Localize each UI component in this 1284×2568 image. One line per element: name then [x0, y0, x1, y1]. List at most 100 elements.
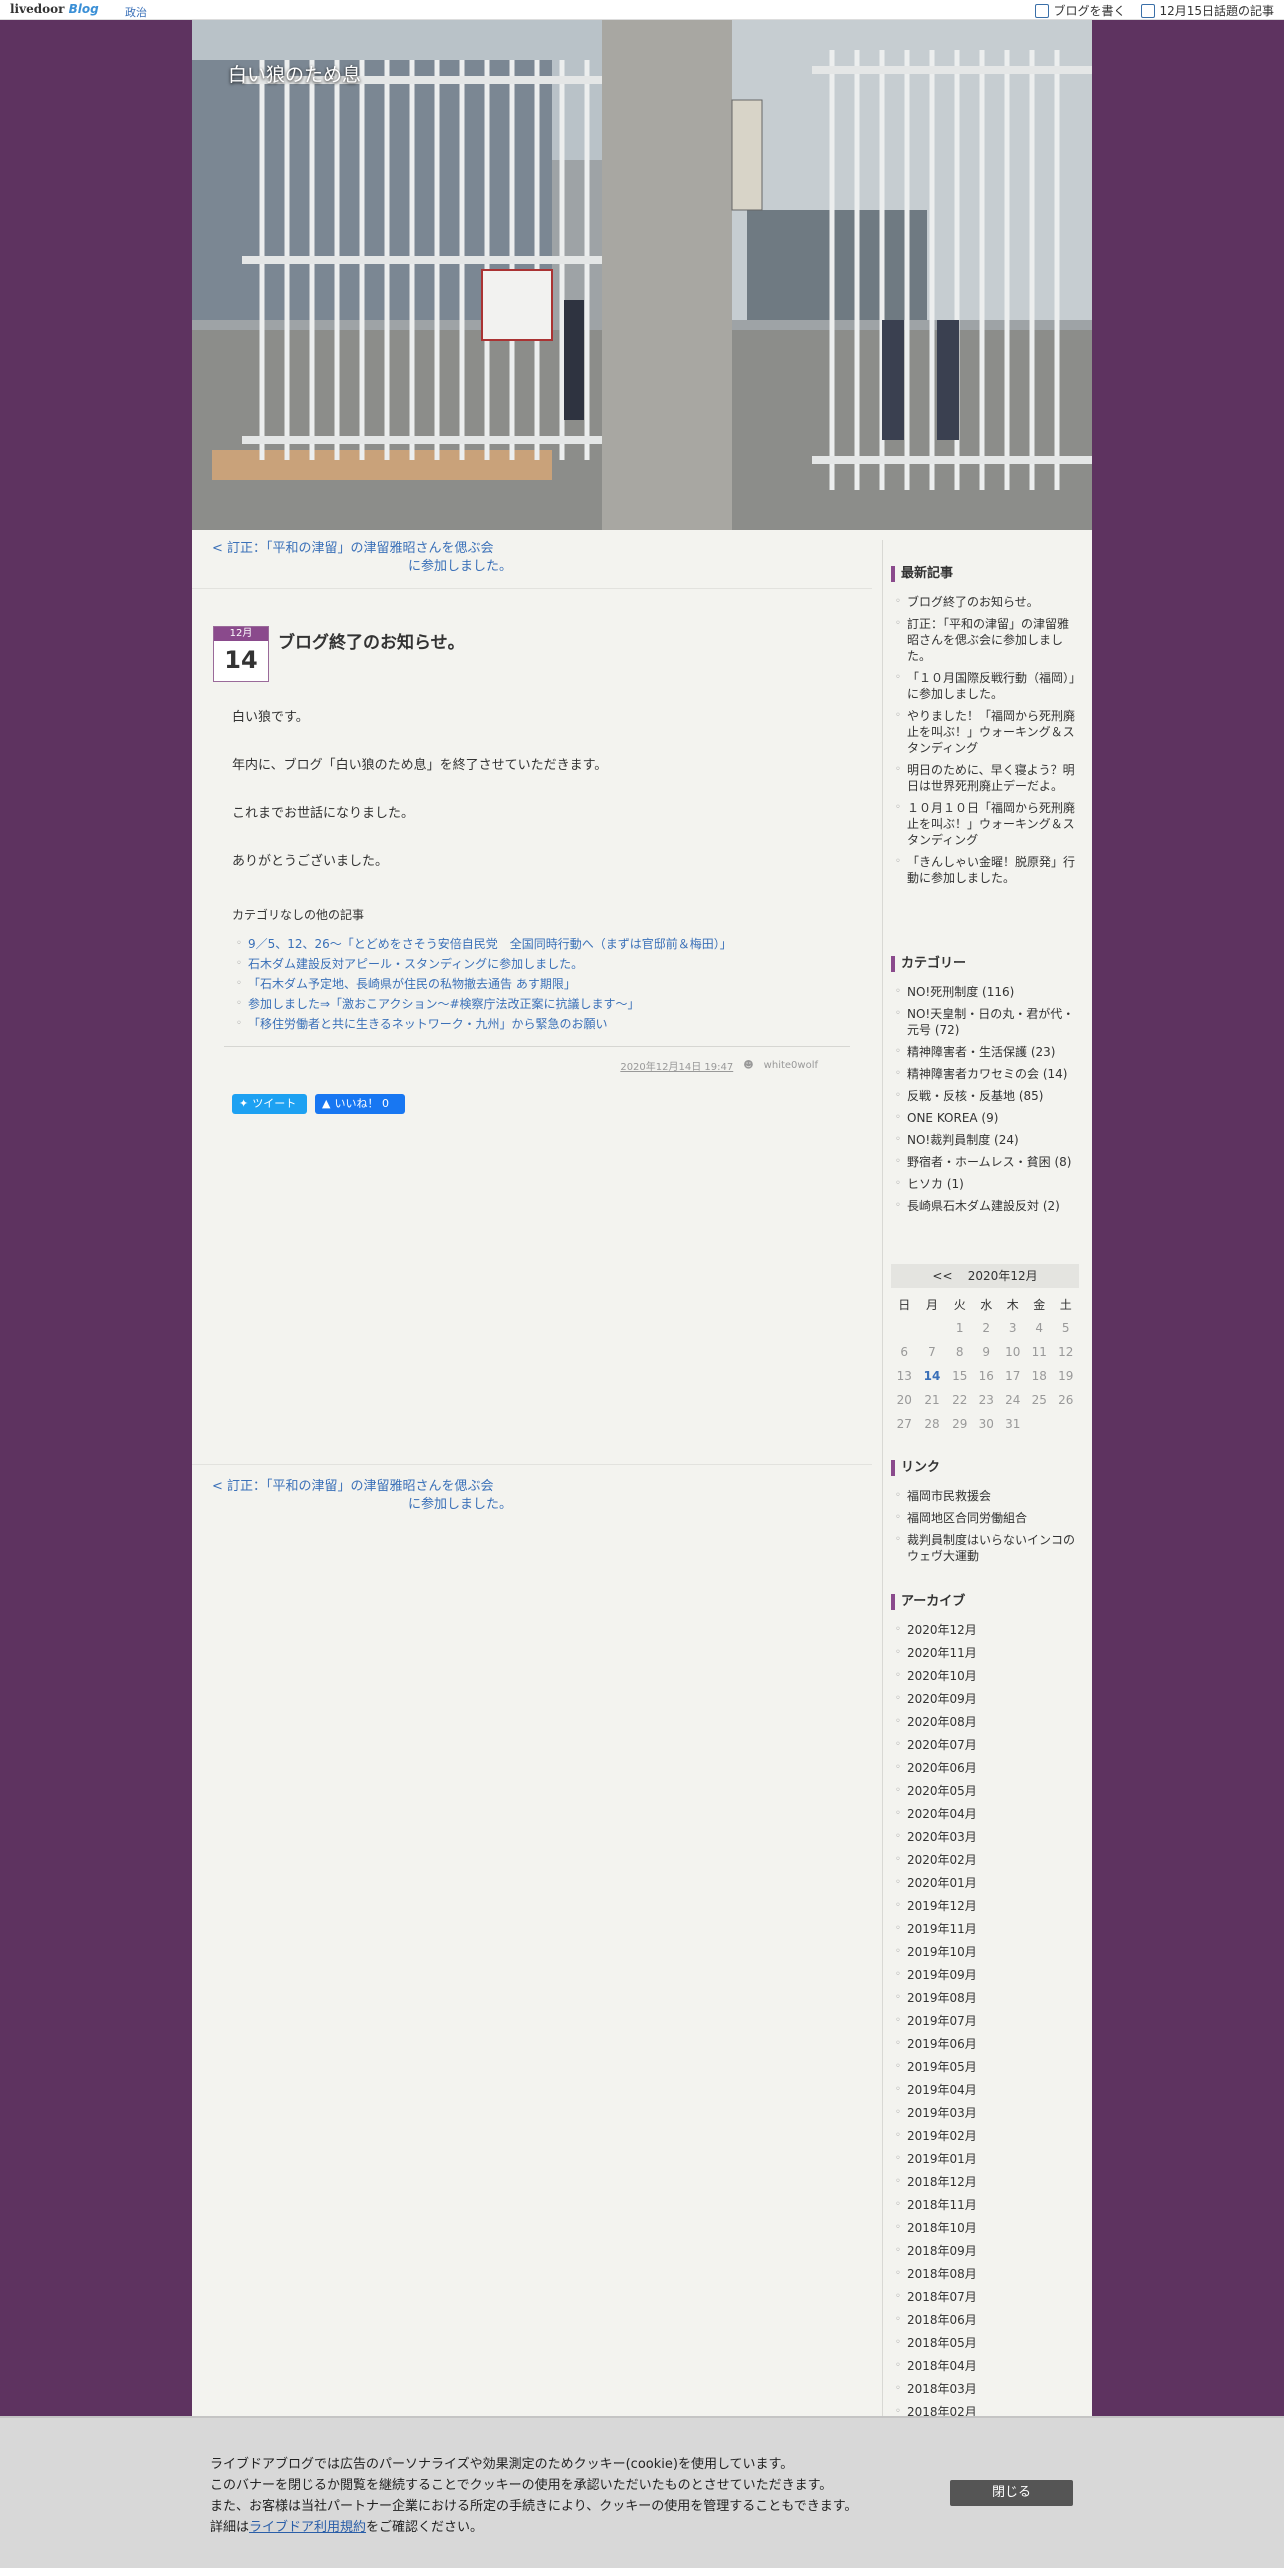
recent-article-link[interactable]: １０月１０日「福岡から死刑廃止を叫ぶ！」ウォーキング＆スタンディング	[907, 801, 1075, 847]
archive-link[interactable]: 2020年11月	[907, 1646, 977, 1660]
archive-item[interactable]: 2020年11月	[891, 1645, 1079, 1661]
category-link[interactable]: NO!裁判員制度 (24)	[907, 1133, 1019, 1147]
category-link[interactable]: NO!天皇制・日の丸・君が代・元号 (72)	[907, 1007, 1074, 1037]
archive-link[interactable]: 2019年01月	[907, 2152, 977, 2166]
category-link[interactable]: 反戦・反核・反基地 (85)	[907, 1089, 1043, 1103]
archive-link[interactable]: 2020年03月	[907, 1830, 977, 1844]
topic-articles-link[interactable]: 12月15日話題の記事	[1141, 2, 1274, 19]
archive-item[interactable]: 2018年05月	[891, 2335, 1079, 2351]
archive-link[interactable]: 2019年11月	[907, 1922, 977, 1936]
archive-item[interactable]: 2018年10月	[891, 2220, 1079, 2236]
archive-item[interactable]: 2020年07月	[891, 1737, 1079, 1753]
archive-item[interactable]: 2020年01月	[891, 1875, 1079, 1891]
archive-item[interactable]: 2018年07月	[891, 2289, 1079, 2305]
archive-link[interactable]: 2018年04月	[907, 2359, 977, 2373]
archive-item[interactable]: 2019年09月	[891, 1967, 1079, 1983]
archive-link[interactable]: 2019年08月	[907, 1991, 977, 2005]
archive-link[interactable]: 2020年02月	[907, 1853, 977, 1867]
archive-link[interactable]: 2018年05月	[907, 2336, 977, 2350]
category-link[interactable]: 精神障害者カワセミの会 (14)	[907, 1067, 1067, 1081]
archive-link[interactable]: 2018年06月	[907, 2313, 977, 2327]
category-link[interactable]: ヒソカ (1)	[907, 1177, 964, 1191]
recent-article-link[interactable]: 訂正：「平和の津留」の津留雅昭さんを偲ぶ会に参加しました。	[907, 617, 1069, 663]
archive-item[interactable]: 2018年08月	[891, 2266, 1079, 2282]
external-link[interactable]: 裁判員制度はいらないインコのウェヴ大運動	[907, 1533, 1075, 1563]
external-link[interactable]: 福岡地区合同労働組合	[907, 1511, 1027, 1525]
archive-item[interactable]: 2019年08月	[891, 1990, 1079, 2006]
archive-item[interactable]: 2020年03月	[891, 1829, 1079, 1845]
archive-link[interactable]: 2019年02月	[907, 2129, 977, 2143]
recent-article-link[interactable]: ブログ終了のお知らせ。	[907, 595, 1039, 609]
archive-link[interactable]: 2020年04月	[907, 1807, 977, 1821]
archive-link[interactable]: 2019年09月	[907, 1968, 977, 1982]
archive-item[interactable]: 2018年09月	[891, 2243, 1079, 2259]
livedoor-blog-logo[interactable]: livedoor Blog	[10, 2, 99, 16]
archive-link[interactable]: 2020年10月	[907, 1669, 977, 1683]
archive-link[interactable]: 2020年12月	[907, 1623, 977, 1637]
archive-link[interactable]: 2020年05月	[907, 1784, 977, 1798]
archive-item[interactable]: 2020年05月	[891, 1783, 1079, 1799]
category-link[interactable]: ONE KOREA (9)	[907, 1111, 998, 1125]
archive-item[interactable]: 2019年10月	[891, 1944, 1079, 1960]
cookie-close-button[interactable]: 閉じる	[950, 2480, 1073, 2506]
category-link[interactable]: 精神障害者・生活保護 (23)	[907, 1045, 1055, 1059]
archive-link[interactable]: 2019年06月	[907, 2037, 977, 2051]
category-item[interactable]: 長崎県石木ダム建設反対 (2)	[891, 1198, 1079, 1214]
archive-item[interactable]: 2019年12月	[891, 1898, 1079, 1914]
archive-link[interactable]: 2020年09月	[907, 1692, 977, 1706]
link-item[interactable]: 福岡地区合同労働組合	[891, 1510, 1079, 1526]
terms-link[interactable]: ライブドア利用規約	[249, 2520, 366, 2535]
archive-item[interactable]: 2019年04月	[891, 2082, 1079, 2098]
category-item[interactable]: ONE KOREA (9)	[891, 1110, 1079, 1126]
archive-item[interactable]: 2018年04月	[891, 2358, 1079, 2374]
archive-link[interactable]: 2019年04月	[907, 2083, 977, 2097]
archive-item[interactable]: 2019年06月	[891, 2036, 1079, 2052]
category-item[interactable]: NO!死刑制度 (116)	[891, 984, 1079, 1000]
archive-link[interactable]: 2018年03月	[907, 2382, 977, 2396]
recent-article-item[interactable]: 明日のために、早く寝よう？明日は世界死刑廃止デーだよ。	[891, 762, 1079, 794]
archive-link[interactable]: 2018年08月	[907, 2267, 977, 2281]
archive-link[interactable]: 2019年07月	[907, 2014, 977, 2028]
archive-link[interactable]: 2018年10月	[907, 2221, 977, 2235]
archive-item[interactable]: 2020年08月	[891, 1714, 1079, 1730]
recent-article-link[interactable]: 「１０月国際反戦行動（福岡）」に参加しました。	[907, 671, 1075, 701]
archive-item[interactable]: 2020年04月	[891, 1806, 1079, 1822]
recent-article-item[interactable]: ブログ終了のお知らせ。	[891, 594, 1079, 610]
archive-link[interactable]: 2020年07月	[907, 1738, 977, 1752]
recent-article-item[interactable]: １０月１０日「福岡から死刑廃止を叫ぶ！」ウォーキング＆スタンディング	[891, 800, 1079, 848]
external-link[interactable]: 福岡市民救援会	[907, 1489, 991, 1503]
archive-item[interactable]: 2020年02月	[891, 1852, 1079, 1868]
archive-item[interactable]: 2020年10月	[891, 1668, 1079, 1684]
recent-article-link[interactable]: 明日のために、早く寝よう？明日は世界死刑廃止デーだよ。	[907, 763, 1075, 793]
archive-item[interactable]: 2018年03月	[891, 2381, 1079, 2397]
category-link[interactable]: 野宿者・ホームレス・貧困 (8)	[907, 1155, 1071, 1169]
recent-article-item[interactable]: 訂正：「平和の津留」の津留雅昭さんを偲ぶ会に参加しました。	[891, 616, 1079, 664]
archive-item[interactable]: 2019年01月	[891, 2151, 1079, 2167]
archive-item[interactable]: 2018年11月	[891, 2197, 1079, 2213]
archive-link[interactable]: 2018年07月	[907, 2290, 977, 2304]
category-item[interactable]: 反戦・反核・反基地 (85)	[891, 1088, 1079, 1104]
archive-item[interactable]: 2019年07月	[891, 2013, 1079, 2029]
archive-item[interactable]: 2019年03月	[891, 2105, 1079, 2121]
archive-item[interactable]: 2019年11月	[891, 1921, 1079, 1937]
link-item[interactable]: 福岡市民救援会	[891, 1488, 1079, 1504]
recent-article-link[interactable]: 「きんしゃい金曜！脱原発」行動に参加しました。	[907, 855, 1075, 885]
category-item[interactable]: NO!裁判員制度 (24)	[891, 1132, 1079, 1148]
archive-item[interactable]: 2020年12月	[891, 1622, 1079, 1638]
category-item[interactable]: 精神障害者カワセミの会 (14)	[891, 1066, 1079, 1082]
archive-link[interactable]: 2019年12月	[907, 1899, 977, 1913]
archive-link[interactable]: 2018年09月	[907, 2244, 977, 2258]
archive-item[interactable]: 2019年02月	[891, 2128, 1079, 2144]
link-item[interactable]: 裁判員制度はいらないインコのウェヴ大運動	[891, 1532, 1079, 1564]
category-item[interactable]: ヒソカ (1)	[891, 1176, 1079, 1192]
category-link[interactable]: 長崎県石木ダム建設反対 (2)	[907, 1199, 1060, 1213]
calendar-prev-link[interactable]: <<	[932, 1269, 952, 1283]
archive-link[interactable]: 2019年03月	[907, 2106, 977, 2120]
archive-item[interactable]: 2018年06月	[891, 2312, 1079, 2328]
category-item[interactable]: 野宿者・ホームレス・貧困 (8)	[891, 1154, 1079, 1170]
category-item[interactable]: NO!天皇制・日の丸・君が代・元号 (72)	[891, 1006, 1079, 1038]
write-blog-link[interactable]: ブログを書く	[1035, 2, 1125, 19]
recent-article-item[interactable]: 「きんしゃい金曜！脱原発」行動に参加しました。	[891, 854, 1079, 886]
archive-item[interactable]: 2019年05月	[891, 2059, 1079, 2075]
category-link[interactable]: NO!死刑制度 (116)	[907, 985, 1014, 999]
